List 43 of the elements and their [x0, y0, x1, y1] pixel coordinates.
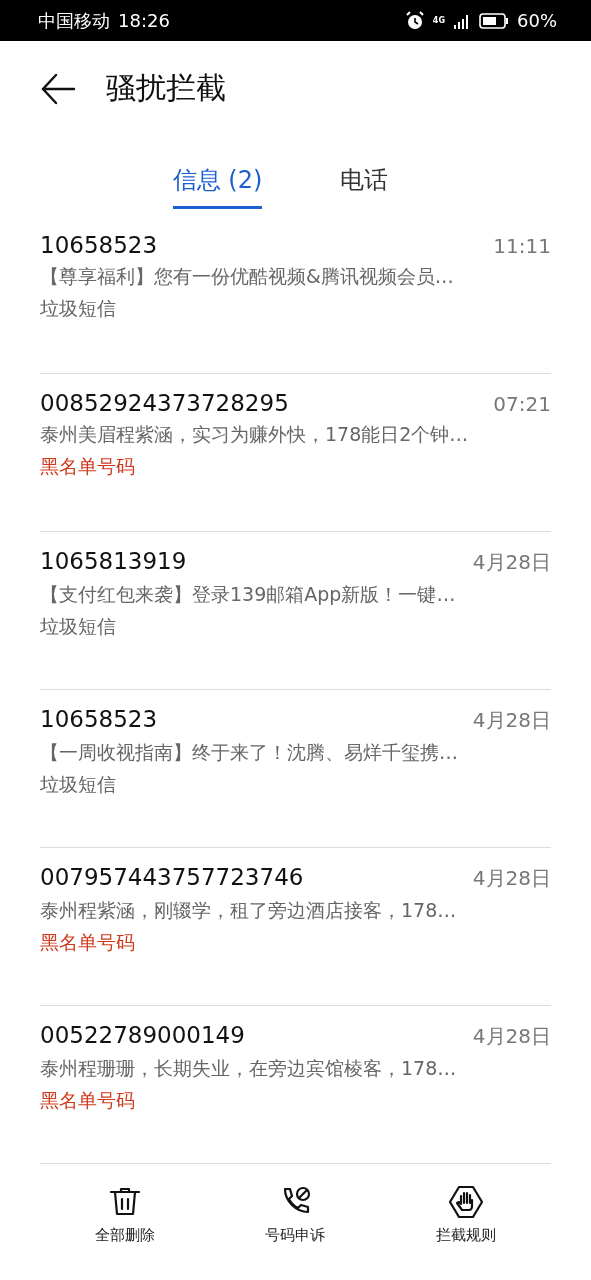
tab[interactable]: 信息 (2)	[172, 164, 263, 209]
message-item[interactable]: 00852924373728295 07:21 泰州美眉程紫涵，实习为赚外快，178能日2个钟… 黑名单号码	[40, 374, 551, 532]
message-item[interactable]: 10658523 4月28日 【一周收视指南】终于来了！沈腾、易烊千玺携… 垃圾短信	[40, 690, 551, 848]
message-time: 4月28日	[472, 1023, 551, 1050]
message-preview: 泰州程珊珊，长期失业，在旁边宾馆棱客，178…	[40, 1056, 458, 1081]
message-item[interactable]: 007957443757723746 4月28日 泰州程紫涵，刚辍学，租了旁边酒店接客，178… 黑名单号码	[40, 848, 551, 1006]
message-time: 4月28日	[472, 865, 551, 892]
message-preview: 【尊享福利】您有一份优酷视频&腾讯视频会员…	[40, 264, 455, 289]
sender-number: 10658523	[40, 232, 158, 258]
alarm-icon	[404, 10, 425, 31]
battery-percent: 60%	[517, 10, 557, 31]
block-reason: 黑名单号码	[40, 454, 136, 479]
message-item[interactable]: 00522789000149 4月28日 泰州程珊珊，长期失业，在旁边宾馆棱客，178… 黑名单号码	[40, 1006, 551, 1164]
toolbar-button[interactable]: 号码申诉	[265, 1184, 326, 1280]
block-reason: 黑名单号码	[40, 1088, 136, 1113]
tab[interactable]: 电话	[340, 164, 389, 209]
message-preview: 泰州程紫涵，刚辍学，租了旁边酒店接客，178…	[40, 898, 458, 923]
sender-number: 00852924373728295	[40, 390, 289, 416]
carrier-name: 中国移动	[38, 8, 110, 33]
block-reason: 垃圾短信	[40, 772, 117, 797]
sender-number: 00522789000149	[40, 1022, 245, 1048]
message-preview: 泰州美眉程紫涵，实习为赚外快，178能日2个钟…	[40, 422, 470, 447]
battery-icon	[479, 11, 509, 30]
message-item[interactable]: 10658523 11:11 【尊享福利】您有一份优酷视频&腾讯视频会员… 垃圾短信	[40, 216, 551, 374]
clock-time: 18:26	[118, 10, 170, 31]
toolbar-button[interactable]: 全部删除	[95, 1184, 156, 1280]
message-preview: 【一周收视指南】终于来了！沈腾、易烊千玺携…	[40, 740, 459, 765]
toolbar-button[interactable]: 拦截规则	[435, 1184, 496, 1280]
message-time: 11:11	[493, 234, 551, 258]
block-reason: 垃圾短信	[40, 296, 117, 321]
message-preview: 【支付红包来袭】登录139邮箱App新版！一键…	[40, 582, 457, 607]
sender-number: 1065813919	[40, 548, 187, 574]
network-label: 4G	[432, 16, 445, 25]
message-time: 07:21	[493, 392, 551, 416]
page-title: 骚扰拦截	[106, 69, 226, 107]
message-time: 4月28日	[472, 707, 551, 734]
sender-number: 10658523	[40, 706, 158, 732]
sender-number: 007957443757723746	[40, 864, 304, 890]
message-time: 4月28日	[472, 549, 551, 576]
hand-stop-icon	[447, 1184, 484, 1220]
block-reason: 黑名单号码	[40, 930, 136, 955]
message-item[interactable]: 1065813919 4月28日 【支付红包来袭】登录139邮箱App新版！一键… 垃圾短信	[40, 532, 551, 690]
block-reason: 垃圾短信	[40, 614, 117, 639]
